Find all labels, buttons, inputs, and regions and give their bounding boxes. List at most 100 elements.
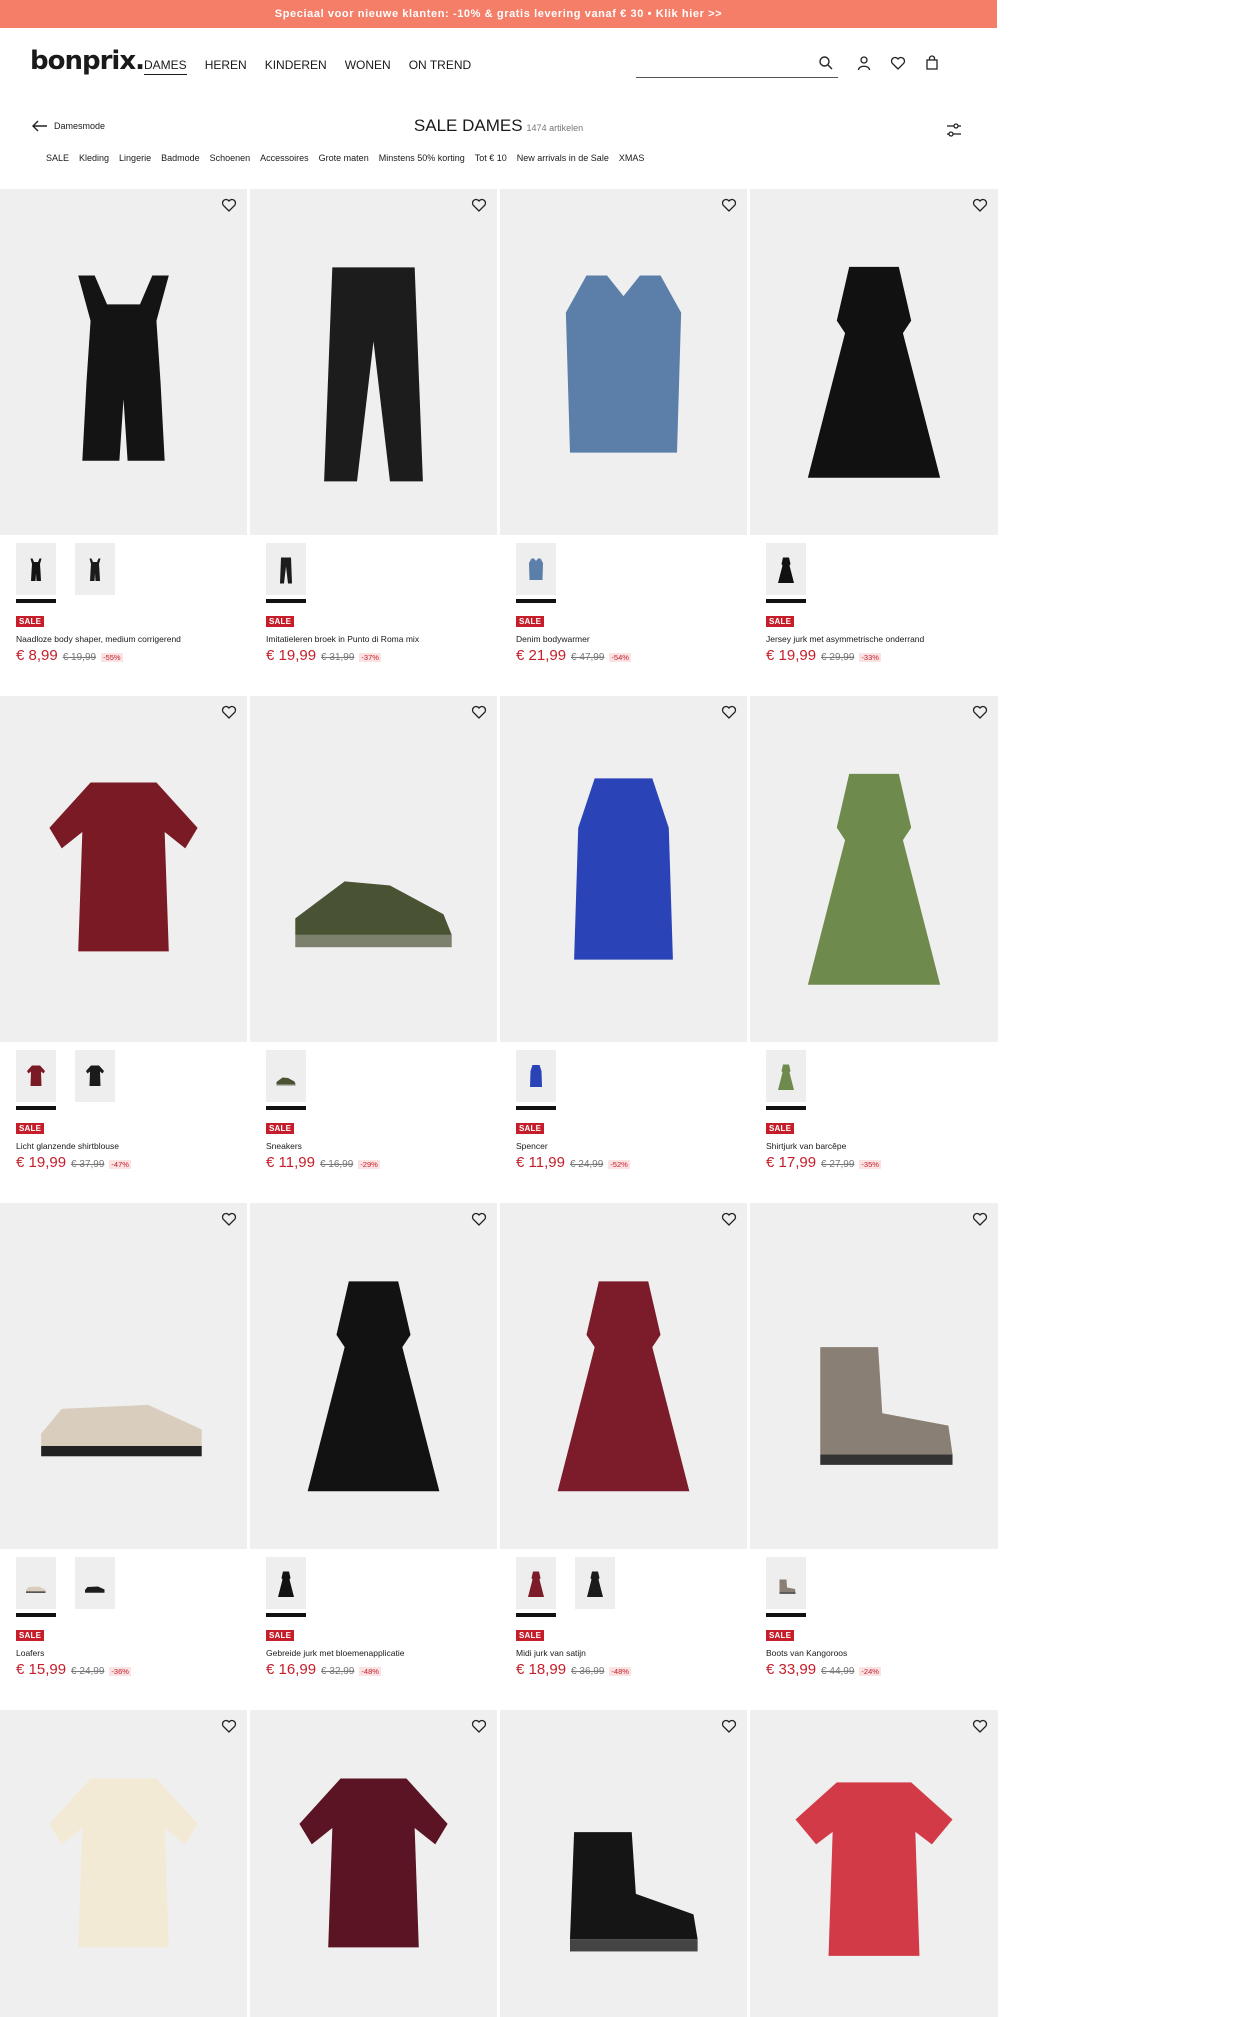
color-swatch[interactable] <box>516 1557 556 1617</box>
color-swatch[interactable] <box>266 1050 306 1110</box>
color-swatch[interactable] <box>575 1557 615 1613</box>
color-swatch[interactable] <box>75 1050 115 1106</box>
product-card[interactable]: SALE Jersey jurk met asymmetrische onderr… <box>750 189 998 696</box>
color-swatch[interactable] <box>516 543 556 603</box>
wishlist-heart-icon[interactable] <box>471 1718 487 1734</box>
wishlist-heart-icon[interactable] <box>221 1211 237 1227</box>
product-image[interactable] <box>750 1203 998 1549</box>
product-name[interactable]: Shirtjurk van barcêpe <box>766 1141 846 1151</box>
wishlist-heart-icon[interactable] <box>972 1211 988 1227</box>
product-image[interactable] <box>750 189 998 535</box>
wishlist-heart-icon[interactable] <box>221 704 237 720</box>
product-name[interactable]: Spencer <box>516 1141 548 1151</box>
wishlist-heart-icon[interactable] <box>972 1718 988 1734</box>
wishlist-heart-icon[interactable] <box>471 1211 487 1227</box>
subnav-minstens-50[interactable]: Minstens 50% korting <box>379 153 465 163</box>
product-card[interactable] <box>750 1710 998 2017</box>
product-card[interactable] <box>250 1710 497 2017</box>
filter-icon[interactable] <box>945 122 963 138</box>
subnav-accessoires[interactable]: Accessoires <box>260 153 309 163</box>
product-name[interactable]: Naadloze body shaper, medium corrigerend <box>16 634 181 644</box>
wishlist-heart-icon[interactable] <box>972 197 988 213</box>
product-image[interactable] <box>500 1203 747 1549</box>
shopping-bag-icon[interactable] <box>924 55 940 71</box>
subnav-xmas[interactable]: XMAS <box>619 153 645 163</box>
product-image[interactable] <box>0 189 247 535</box>
search-icon[interactable] <box>818 55 834 71</box>
subnav-kleding[interactable]: Kleding <box>79 153 109 163</box>
product-card[interactable] <box>0 1710 247 2017</box>
account-icon[interactable] <box>856 55 872 71</box>
color-swatch[interactable] <box>16 1557 56 1617</box>
product-card[interactable]: SALE Denim bodywarmer € 21,99 € 47,99 -54% <box>500 189 747 696</box>
product-image[interactable] <box>500 189 747 535</box>
subnav-schoenen[interactable]: Schoenen <box>210 153 251 163</box>
product-card[interactable]: SALE Licht glanzende shirtblouse € 19,99 € … <box>0 696 247 1203</box>
product-image[interactable] <box>0 1203 247 1549</box>
product-name[interactable]: Midi jurk van satijn <box>516 1648 586 1658</box>
nav-heren[interactable]: HEREN <box>205 58 247 75</box>
color-swatch[interactable] <box>516 1050 556 1110</box>
product-image[interactable] <box>250 1203 497 1549</box>
color-swatch[interactable] <box>16 543 56 603</box>
product-name[interactable]: Denim bodywarmer <box>516 634 590 644</box>
product-name[interactable]: Loafers <box>16 1648 44 1658</box>
product-card[interactable]: SALE Boots van Kangoroos € 33,99 € 44,99 -24… <box>750 1203 998 1710</box>
color-swatch[interactable] <box>75 1557 115 1613</box>
wishlist-heart-icon[interactable] <box>471 197 487 213</box>
wishlist-heart-icon[interactable] <box>721 704 737 720</box>
product-image[interactable] <box>500 1710 747 2017</box>
product-card[interactable]: SALE Gebreide jurk met bloemenapplicatie €… <box>250 1203 497 1710</box>
product-image[interactable] <box>250 1710 497 2017</box>
subnav-tot-10[interactable]: Tot € 10 <box>475 153 507 163</box>
product-image[interactable] <box>750 696 998 1042</box>
product-card[interactable]: SALE Loafers € 15,99 € 24,99 -36% <box>0 1203 247 1710</box>
product-image[interactable] <box>0 696 247 1042</box>
wishlist-heart-icon[interactable] <box>721 1718 737 1734</box>
nav-kinderen[interactable]: KINDEREN <box>265 58 327 75</box>
product-name[interactable]: Licht glanzende shirtblouse <box>16 1141 119 1151</box>
product-card[interactable]: SALE Shirtjurk van barcêpe € 17,99 € 27,99-… <box>750 696 998 1203</box>
product-name[interactable]: Gebreide jurk met bloemenapplicatie <box>266 1648 404 1658</box>
color-swatch[interactable] <box>266 543 306 603</box>
wishlist-heart-icon[interactable] <box>471 704 487 720</box>
wishlist-heart-icon[interactable] <box>221 1718 237 1734</box>
nav-wonen[interactable]: WONEN <box>345 58 391 75</box>
bonprix-logo[interactable]: bonprix. <box>30 46 145 76</box>
color-swatch[interactable] <box>766 543 806 603</box>
product-image[interactable] <box>250 696 497 1042</box>
subnav-badmode[interactable]: Badmode <box>161 153 200 163</box>
product-image[interactable] <box>250 189 497 535</box>
search-input[interactable] <box>636 50 838 78</box>
color-swatch[interactable] <box>266 1557 306 1617</box>
color-swatch[interactable] <box>766 1050 806 1110</box>
promo-banner[interactable]: Speciaal voor nieuwe klanten: -10% & gra… <box>0 0 997 28</box>
promo-text[interactable]: Speciaal voor nieuwe klanten: -10% & gra… <box>275 8 722 20</box>
subnav-sale[interactable]: SALE <box>46 153 69 163</box>
color-swatch[interactable] <box>766 1557 806 1617</box>
product-card[interactable] <box>500 1710 747 2017</box>
product-name[interactable]: Imitatieleren broek in Punto di Roma mix <box>266 634 419 644</box>
product-card[interactable]: SALE Spencer € 11,99 € 24,99 -52% <box>500 696 747 1203</box>
nav-on-trend[interactable]: ON TREND <box>409 58 471 75</box>
color-swatch[interactable] <box>75 543 115 599</box>
wishlist-heart-icon[interactable] <box>721 1211 737 1227</box>
subnav-grote-maten[interactable]: Grote maten <box>319 153 369 163</box>
subnav-new-arrivals[interactable]: New arrivals in de Sale <box>517 153 609 163</box>
product-name[interactable]: Sneakers <box>266 1141 302 1151</box>
wishlist-heart-icon[interactable] <box>221 197 237 213</box>
product-image[interactable] <box>500 696 747 1042</box>
product-card[interactable]: SALE Naadloze body shaper, medium corrige… <box>0 189 247 696</box>
product-image[interactable] <box>750 1710 998 2017</box>
wishlist-heart-icon[interactable] <box>721 197 737 213</box>
heart-icon[interactable] <box>890 55 906 71</box>
product-name[interactable]: Jersey jurk met asymmetrische onderrand <box>766 634 924 644</box>
product-image[interactable] <box>0 1710 247 2017</box>
product-card[interactable]: SALE Midi jurk van satijn € 18,99 € 36,99 -4… <box>500 1203 747 1710</box>
wishlist-heart-icon[interactable] <box>972 704 988 720</box>
product-name[interactable]: Boots van Kangoroos <box>766 1648 847 1658</box>
nav-dames[interactable]: DAMES <box>144 58 187 75</box>
product-card[interactable]: SALE Imitatieleren broek in Punto di Roma… <box>250 189 497 696</box>
subnav-lingerie[interactable]: Lingerie <box>119 153 151 163</box>
color-swatch[interactable] <box>16 1050 56 1110</box>
